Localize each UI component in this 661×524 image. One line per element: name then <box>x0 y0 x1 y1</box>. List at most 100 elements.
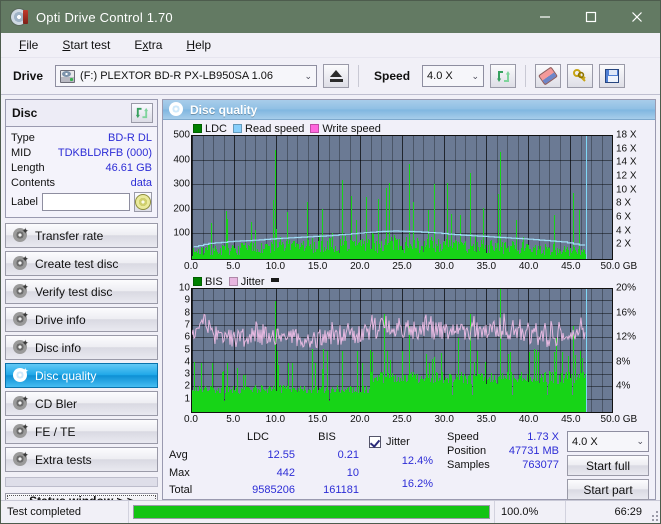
test-buttons: 4.0 X ⌄ Start full Start part <box>567 431 649 500</box>
close-button[interactable] <box>614 1 660 33</box>
disc-label-input[interactable] <box>41 193 130 211</box>
progress-bar <box>133 505 490 519</box>
sidebar-item-disc-quality[interactable]: ✦ Disc quality <box>5 363 158 388</box>
start-part-button[interactable]: Start part <box>567 479 649 500</box>
sidebar-item-extra-tests[interactable]: ✦ Extra tests <box>5 447 158 472</box>
minimize-button[interactable] <box>522 1 568 33</box>
sidebar: Disc Type BD-R DL MID TDKBLDRFB (000) Le… <box>5 99 158 509</box>
bis-y2-axis: 4% 8% 12% 16% 20% <box>613 283 651 413</box>
x-tick-label: 50.0 GB <box>600 261 638 272</box>
y2-tick-label: 6 X <box>616 211 632 223</box>
panel-header: Disc quality <box>163 100 655 120</box>
disc-row-contents: Contents data <box>11 175 152 190</box>
eraser-icon <box>538 66 559 86</box>
save-button[interactable] <box>599 64 626 88</box>
chevron-down-icon: ⌄ <box>304 70 313 81</box>
position-stat-label: Position <box>447 445 487 457</box>
erase-button[interactable] <box>535 64 562 88</box>
status-message: Test completed <box>1 501 129 523</box>
x-tick-label: 10.0 <box>265 414 286 425</box>
x-tick-label: 20.0 <box>350 261 370 272</box>
y-tick-label: 7 <box>184 319 190 331</box>
x-tick-label: 0.0 <box>184 261 198 272</box>
jitter-checkbox[interactable] <box>369 435 381 448</box>
x-tick-label: 0.0 <box>184 414 198 425</box>
ldc-plot-area[interactable] <box>191 135 613 260</box>
y-tick-label: 8 <box>184 307 190 319</box>
x-tick-label: 35.0 <box>476 414 497 425</box>
refresh-button[interactable] <box>490 64 517 88</box>
stats-row-label-max: Max <box>169 466 190 479</box>
x-tick-label: 5.0 <box>226 261 241 272</box>
status-bar: Test completed 100.0% 66:29 <box>1 500 660 523</box>
speed-stat-label: Speed <box>447 431 479 443</box>
disc-type-value: BD-R DL <box>107 131 152 144</box>
legend-extra-marker <box>270 277 279 286</box>
floppy-save-icon <box>605 69 620 83</box>
x-tick-label: 40.0 <box>518 414 539 425</box>
sidebar-item-label: Disc info <box>35 340 82 355</box>
maximize-button[interactable] <box>568 1 614 33</box>
menu-extra[interactable]: Extra <box>124 35 172 55</box>
disc-refresh-button[interactable] <box>131 103 153 123</box>
y-tick-label: 4 <box>184 356 190 368</box>
legend-read-speed: Read speed <box>233 123 304 135</box>
speed-select-value: 4.0 X <box>427 70 453 82</box>
window-title: Opti Drive Control 1.70 <box>36 9 173 25</box>
y-tick-label: 5 <box>184 344 190 355</box>
menu-help[interactable]: Help <box>176 35 221 55</box>
disc-label-label: Label <box>11 196 38 208</box>
stats-row-label-total: Total <box>169 484 193 497</box>
test-speed-select[interactable]: 4.0 X ⌄ <box>567 431 649 452</box>
x-tick-label: 30.0 <box>434 414 454 425</box>
jitter-checkbox-row[interactable]: Jitter <box>369 431 439 453</box>
speed-position-column: Speed 1.73 X Position 47731 MB Samples 7… <box>447 431 559 500</box>
title-bar: Opti Drive Control 1.70 <box>1 1 660 33</box>
stats-max-bis: 10 <box>346 466 359 479</box>
disc-icon: ✦ <box>13 311 29 327</box>
disc-row-mid: MID TDKBLDRFB (000) <box>11 145 152 160</box>
disc-length-value: 46.61 GB <box>105 161 152 174</box>
bis-y-axis: 1 2 3 4 5 6 7 8 9 10 <box>167 283 191 413</box>
jitter-label: Jitter <box>386 435 410 448</box>
sidebar-item-label: Drive info <box>35 312 86 327</box>
menu-file[interactable]: FFileile <box>9 35 48 55</box>
sidebar-item-cd-bler[interactable]: ✦ CD Bler <box>5 391 158 416</box>
stats-avg-bis: 0.21 <box>337 448 359 461</box>
menu-start-test[interactable]: Start test <box>52 35 120 55</box>
sidebar-item-verify-test-disc[interactable]: ✦ Verify test disc <box>5 279 158 304</box>
x-tick-label: 15.0 <box>307 261 328 272</box>
sidebar-item-transfer-rate[interactable]: ✦ Transfer rate <box>5 223 158 248</box>
disc-icon: ✦ <box>13 367 29 383</box>
disc-label-button[interactable] <box>134 192 152 212</box>
disc-row-type: Type BD-R DL <box>11 130 152 145</box>
eject-button[interactable] <box>323 64 350 88</box>
drive-select-value: (F:) PLEXTOR BD-R PX-LB950SA 1.06 <box>80 70 274 82</box>
sidebar-item-label: FE / TE <box>35 424 76 439</box>
start-full-button[interactable]: Start full <box>567 455 649 476</box>
app-disc-icon <box>10 8 28 26</box>
keys-button[interactable] <box>567 64 594 88</box>
disc-icon: ✦ <box>13 255 29 271</box>
bis-x-axis: 0.0 5.0 10.0 15.0 20.0 25.0 30.0 35.0 40.0 45.0 50… <box>184 413 637 427</box>
sidebar-item-disc-info[interactable]: ✦ Disc info <box>5 335 158 360</box>
sidebar-item-fe-te[interactable]: ✦ FE / TE <box>5 419 158 444</box>
stats-row-label-avg: Avg <box>169 448 188 461</box>
bis-chart: BIS Jitter 1 2 3 4 5 6 7 8 9 10 4% 8% 12% 16% 20% 0.0… <box>163 274 655 427</box>
nav-list: ✦ Transfer rate ✦ Create test disc ✦ Ver… <box>5 223 158 472</box>
x-tick-label: 45.0 <box>561 261 581 272</box>
bis-plot-area[interactable] <box>191 288 613 413</box>
speed-select[interactable]: 4.0 X ⌄ <box>422 65 485 87</box>
x-tick-label: 30.0 <box>434 261 454 272</box>
legend-bis: BIS <box>193 276 223 288</box>
sidebar-item-create-test-disc[interactable]: ✦ Create test disc <box>5 251 158 276</box>
resize-grip[interactable] <box>648 511 660 523</box>
disc-icon: ✦ <box>13 423 29 439</box>
y-tick-label: 200 <box>173 203 190 215</box>
x-tick-label: 20.0 <box>350 414 370 425</box>
stats-total-ldc: 9585206 <box>252 484 295 497</box>
drive-select[interactable]: (F:) PLEXTOR BD-R PX-LB950SA 1.06 ⌄ <box>55 65 318 87</box>
sidebar-item-drive-info[interactable]: ✦ Drive info <box>5 307 158 332</box>
y2-tick-label: 4 X <box>616 225 632 237</box>
ldc-y2-axis: 2 X4 X 6 X 8 X 10 X 12 X 14 X 16 X 18 X <box>613 130 651 260</box>
